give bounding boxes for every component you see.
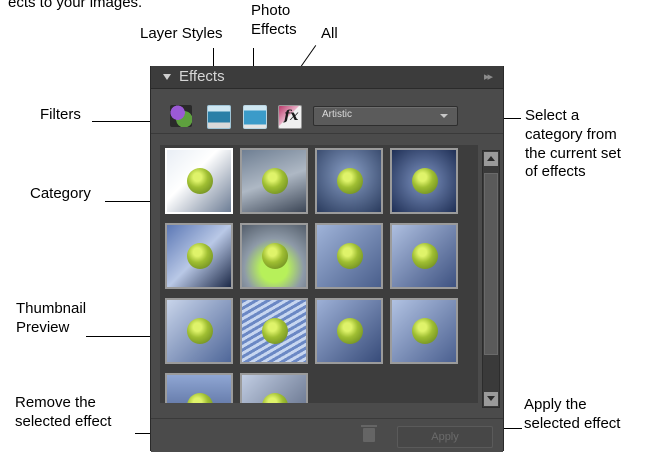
effect-thumbnail[interactable] bbox=[165, 148, 233, 214]
callout-all: All bbox=[321, 25, 338, 42]
effect-thumbnail[interactable] bbox=[165, 298, 233, 364]
apple-preview bbox=[187, 393, 213, 403]
callout-photo-effects: Photo Effects bbox=[251, 2, 297, 38]
effect-thumbnail[interactable] bbox=[390, 223, 458, 289]
callout-remove-effect: Remove the selected effect bbox=[15, 394, 112, 430]
trash-icon[interactable] bbox=[361, 425, 377, 442]
effects-toolbar: fx Artistic bbox=[151, 89, 503, 134]
panel-bottom-bar: Apply bbox=[151, 418, 503, 452]
collapse-arrow-icon[interactable] bbox=[163, 74, 171, 80]
effects-panel: Effects ▸▸ fx Artistic Apply bbox=[150, 66, 504, 452]
callout-apply-effect: Apply the selected effect bbox=[524, 396, 621, 432]
scrollbar[interactable] bbox=[482, 150, 500, 408]
apple-preview bbox=[412, 168, 438, 194]
effect-thumbnail[interactable] bbox=[240, 223, 308, 289]
panel-title: Effects bbox=[179, 68, 225, 85]
apply-button[interactable]: Apply bbox=[397, 426, 493, 448]
effect-thumbnail[interactable] bbox=[315, 223, 383, 289]
filters-icon[interactable] bbox=[170, 105, 192, 127]
effect-thumbnail[interactable] bbox=[240, 373, 308, 403]
apple-preview bbox=[337, 168, 363, 194]
effect-thumbnail[interactable] bbox=[315, 148, 383, 214]
apple-preview bbox=[187, 318, 213, 344]
panel-menu-icon[interactable]: ▸▸ bbox=[484, 70, 493, 83]
apple-preview bbox=[187, 168, 213, 194]
callout-category: Category bbox=[30, 185, 91, 202]
apple-preview bbox=[412, 318, 438, 344]
apple-preview bbox=[337, 243, 363, 269]
photo-effects-icon[interactable] bbox=[243, 105, 267, 129]
apple-preview bbox=[187, 243, 213, 269]
effect-thumbnail[interactable] bbox=[390, 148, 458, 214]
scroll-down-button[interactable] bbox=[484, 392, 498, 406]
effect-thumbnail[interactable] bbox=[390, 298, 458, 364]
panel-header: Effects ▸▸ bbox=[151, 66, 503, 89]
callout-thumbnail-preview: Thumbnail Preview bbox=[16, 300, 87, 336]
scroll-thumb[interactable] bbox=[484, 173, 498, 355]
scroll-up-button[interactable] bbox=[484, 152, 498, 166]
layer-styles-icon[interactable] bbox=[207, 105, 231, 129]
apply-button-label: Apply bbox=[431, 431, 459, 443]
apple-preview bbox=[262, 168, 288, 194]
callout-filters: Filters bbox=[40, 106, 81, 123]
callout-layer-styles: Layer Styles bbox=[140, 25, 223, 42]
category-select[interactable]: Artistic bbox=[313, 106, 458, 126]
apple-preview bbox=[262, 393, 288, 403]
effect-thumbnail[interactable] bbox=[240, 148, 308, 214]
apple-preview bbox=[337, 318, 363, 344]
callout-select-category: Select a category from the current set o… bbox=[525, 107, 621, 181]
category-select-value: Artistic bbox=[322, 109, 352, 120]
apple-preview bbox=[262, 243, 288, 269]
intro-text: ects to your images. bbox=[8, 0, 143, 11]
apple-preview bbox=[412, 243, 438, 269]
effect-thumbnail[interactable] bbox=[165, 223, 233, 289]
effect-thumbnail[interactable] bbox=[240, 298, 308, 364]
thumbnail-grid bbox=[160, 145, 478, 403]
fx-glyph: fx bbox=[284, 108, 299, 124]
apple-preview bbox=[262, 318, 288, 344]
all-icon[interactable]: fx bbox=[278, 105, 302, 129]
chevron-down-icon bbox=[440, 114, 448, 118]
effect-thumbnail[interactable] bbox=[165, 373, 233, 403]
effect-thumbnail[interactable] bbox=[315, 298, 383, 364]
